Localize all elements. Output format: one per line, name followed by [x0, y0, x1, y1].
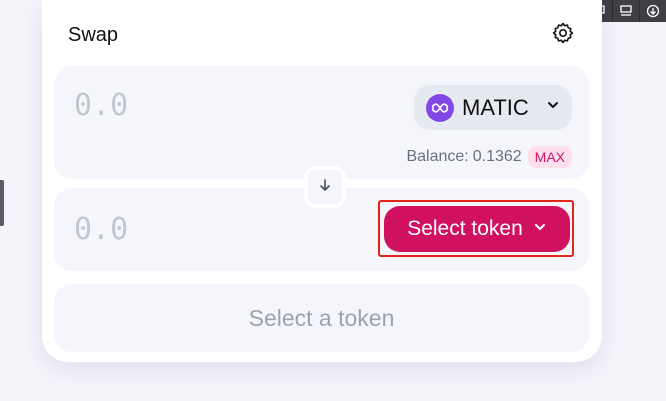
matic-logo-icon: [426, 93, 454, 122]
max-button[interactable]: MAX: [527, 146, 572, 168]
balance-value: 0.1362: [472, 148, 522, 165]
layout-icon[interactable]: [612, 0, 639, 22]
from-amount-input[interactable]: [74, 88, 294, 123]
balance-label: Balance:: [406, 148, 469, 165]
from-token-selector[interactable]: MATIC: [414, 85, 572, 130]
swap-card: Swap MATIC Balance: 0.136: [42, 0, 602, 362]
from-token-panel: MATIC Balance: 0.1362 MAX: [54, 66, 589, 179]
swap-header: Swap: [68, 20, 578, 50]
from-token-name: MATIC: [462, 94, 529, 120]
to-amount-input[interactable]: [74, 212, 294, 247]
select-token-button[interactable]: Select token: [384, 206, 570, 252]
swap-action-label: Select a token: [248, 304, 395, 331]
chevron-down-icon: [533, 220, 547, 239]
side-handle[interactable]: [0, 180, 4, 226]
arrow-down-icon: [318, 178, 332, 197]
download-icon[interactable]: [639, 0, 666, 22]
balance-row: Balance: 0.1362 MAX: [406, 146, 572, 168]
gear-icon: [551, 21, 575, 50]
settings-button[interactable]: [548, 20, 578, 50]
switch-tokens-button[interactable]: [304, 166, 346, 208]
swap-title: Swap: [68, 23, 119, 46]
chevron-down-icon: [546, 98, 560, 117]
swap-action-button[interactable]: Select a token: [54, 284, 589, 352]
select-token-label: Select token: [407, 217, 523, 240]
